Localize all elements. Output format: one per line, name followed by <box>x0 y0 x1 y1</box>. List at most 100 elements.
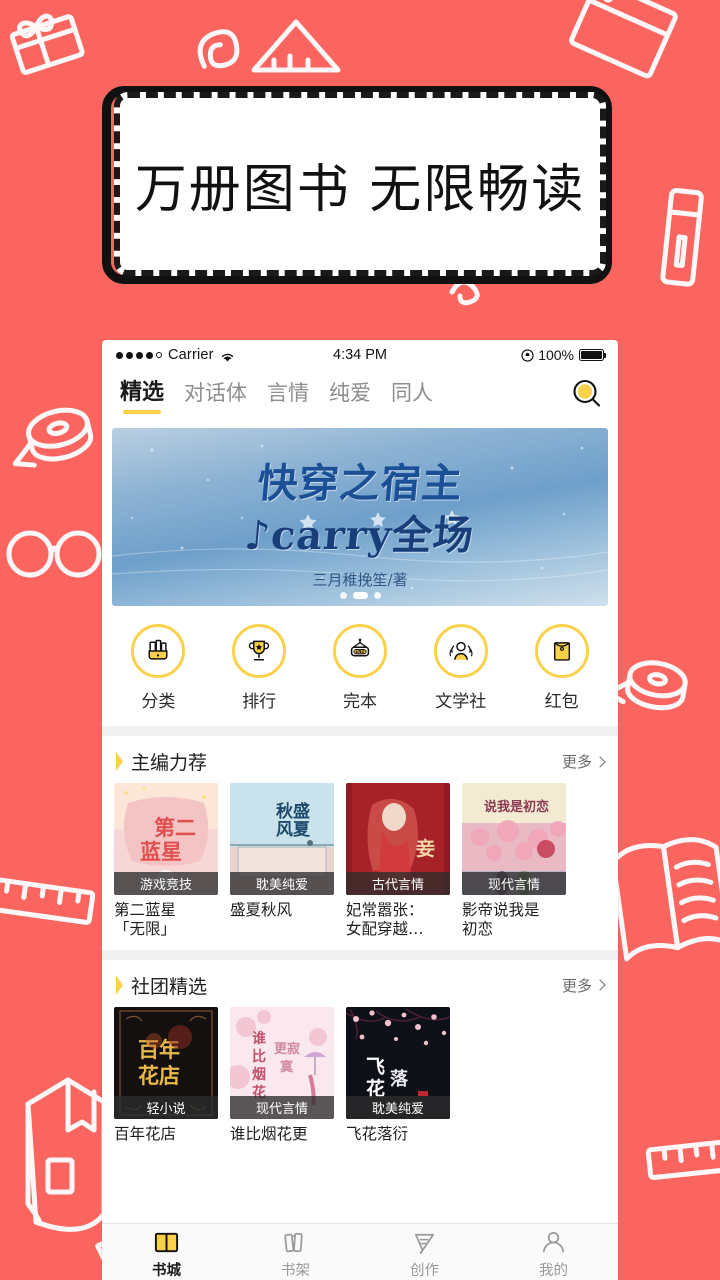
svg-text:花店: 花店 <box>138 1063 180 1088</box>
book-cover[interactable]: 第二 蓝星 游戏竞技 <box>114 783 218 895</box>
carousel-dot-active[interactable] <box>352 592 368 599</box>
chevron-right-icon <box>594 979 606 991</box>
quick-action-label: 文学社 <box>435 692 487 712</box>
banner-title-line1: 快穿之宿主 <box>255 460 465 507</box>
book-badge: 耽美纯爱 <box>346 1095 450 1119</box>
doodle-triangle-ruler <box>251 19 341 73</box>
clock: 4:34 PM <box>333 347 387 363</box>
book-title: 谁比烟花更 <box>230 1124 308 1143</box>
promo-headline: 万册图书 无限畅读 <box>134 159 586 220</box>
tab-yanqing[interactable]: 言情 <box>267 382 309 407</box>
banner-title-block: 快穿之宿主 ♪carry全场 三月稚挽笙/著 <box>112 428 608 606</box>
book-title: 盛夏秋风 <box>230 901 293 919</box>
book-cover[interactable]: 飞 花 落 耽美纯爱 <box>346 1006 450 1119</box>
more-link-club-picks[interactable]: 更多 <box>561 975 606 996</box>
bottom-tab-create[interactable]: 创作 <box>360 1224 489 1280</box>
book-item[interactable]: 飞 花 落 耽美纯爱 飞花落衍 <box>346 1006 450 1144</box>
person-icon <box>542 1231 565 1253</box>
section-title: 主编力荐 <box>131 752 208 774</box>
svg-text:落: 落 <box>390 1069 409 1090</box>
book-item[interactable]: 第二 蓝星 游戏竞技 第二蓝星 「无限」 <box>114 783 218 940</box>
bottom-tab-label: 书架 <box>281 1263 310 1279</box>
svg-text:风夏: 风夏 <box>276 820 311 840</box>
banner-author: 三月稚挽笙/著 <box>312 570 408 589</box>
section-header-club-picks: 社团精选 更多 <box>102 960 618 1007</box>
more-link-editor-picks[interactable]: 更多 <box>561 751 606 772</box>
status-bar: Carrier 4:34 PM 100% <box>102 340 618 370</box>
chevron-right-icon <box>594 755 606 768</box>
bottom-tab-label: 创作 <box>410 1263 439 1279</box>
quick-action-completed[interactable]: END 完本 <box>310 624 411 712</box>
trophy-icon <box>232 624 287 678</box>
book-item[interactable]: 秋盛 风夏 耽美纯爱 盛夏秋风 <box>230 783 334 940</box>
section-title: 社团精选 <box>131 975 208 998</box>
quick-action-label: 分类 <box>141 692 176 712</box>
doodle-ruler <box>0 876 96 925</box>
book-title: 第二蓝星 「无限」 <box>114 901 177 939</box>
pen-nib-icon <box>414 1233 435 1254</box>
doodle-glasses <box>6 530 102 578</box>
book-item[interactable]: 谁 比 烟 花 更寂 寞 现代言情 谁比烟花更 <box>230 1006 334 1144</box>
doodle-tape-roll <box>12 407 94 468</box>
quick-action-ranking[interactable]: 排行 <box>209 624 310 712</box>
rotation-lock-icon <box>521 349 534 362</box>
book-cover[interactable]: 百年 花店 轻小说 <box>114 1006 218 1119</box>
book-cover[interactable]: 妾 古代言情 <box>346 783 450 895</box>
category-tabs: 精选 对话体 言情 纯爱 同人 <box>120 381 570 414</box>
doodle-gift <box>9 13 85 75</box>
book-badge: 古代言情 <box>346 872 450 895</box>
book-cover[interactable]: 说我是初恋 现代言情 <box>462 783 566 895</box>
doodle-clip <box>197 29 240 69</box>
svg-text:烟: 烟 <box>252 1067 266 1083</box>
more-label: 更多 <box>561 976 592 995</box>
bookshelf-icon <box>284 1232 303 1253</box>
section-header-editor-picks: 主编力荐 更多 <box>102 736 618 783</box>
svg-text:比: 比 <box>252 1048 266 1065</box>
quick-action-label: 红包 <box>544 692 579 712</box>
book-cover[interactable]: 秋盛 风夏 耽美纯爱 <box>230 783 334 895</box>
quick-action-label: 完本 <box>342 692 377 712</box>
svg-text:谁: 谁 <box>252 1030 266 1047</box>
carousel-dot[interactable] <box>373 592 381 599</box>
tab-jingxuan[interactable]: 精选 <box>120 381 164 414</box>
book-cover[interactable]: 谁 比 烟 花 更寂 寞 现代言情 <box>230 1006 334 1119</box>
quick-action-red-envelope[interactable]: 红包 <box>511 624 612 712</box>
carousel-dot[interactable] <box>339 592 347 599</box>
tab-chunai[interactable]: 纯爱 <box>329 382 371 407</box>
battery-percent: 100% <box>538 347 574 363</box>
doodle-pen <box>660 187 704 287</box>
book-title: 百年花店 <box>114 1124 177 1143</box>
bottom-tab-profile[interactable]: 我的 <box>489 1224 618 1280</box>
more-label: 更多 <box>561 753 592 771</box>
tab-tongren[interactable]: 同人 <box>391 382 433 407</box>
search-button[interactable] <box>570 377 604 411</box>
book-title: 飞花落衍 <box>346 1124 409 1143</box>
bottom-tab-label: 书城 <box>152 1263 181 1279</box>
bottom-tab-bookshelf[interactable]: 书架 <box>231 1224 360 1280</box>
book-item[interactable]: 百年 花店 轻小说 百年花店 <box>114 1006 218 1144</box>
carrier-label: Carrier <box>168 347 214 363</box>
svg-text:寞: 寞 <box>280 1059 294 1075</box>
signal-strength-icon <box>116 351 162 359</box>
book-list-editor-picks: 第二 蓝星 游戏竞技 第二蓝星 「无限」 秋盛 风夏 耽美纯爱 盛夏秋风 妾 古… <box>102 783 618 950</box>
bottom-tab-label: 我的 <box>539 1263 568 1279</box>
svg-text:第二: 第二 <box>154 816 196 840</box>
doodle-tape-roll-2 <box>605 660 688 711</box>
phone-screen: Carrier 4:34 PM 100% 精选 对话体 言情 纯爱 同人 快穿之… <box>102 340 618 1280</box>
bottom-tab-bookstore[interactable]: 书城 <box>102 1224 231 1280</box>
quick-actions: 分类 排行 END 完本 文学社 红包 <box>102 606 618 726</box>
section-marker <box>116 975 123 995</box>
carousel-indicators[interactable] <box>112 592 608 599</box>
book-item[interactable]: 妾 古代言情 妃常嚣张： 女配穿越… <box>346 783 450 940</box>
hero-banner[interactable]: 快穿之宿主 ♪carry全场 三月稚挽笙/著 <box>112 428 608 606</box>
battery-icon <box>579 349 607 361</box>
book-title: 影帝说我是 初恋 <box>462 901 540 939</box>
quick-action-literary-club[interactable]: 文学社 <box>410 624 511 712</box>
section-divider <box>102 726 618 736</box>
tab-duihuati[interactable]: 对话体 <box>184 382 247 407</box>
quick-action-label: 排行 <box>242 692 277 712</box>
book-badge: 游戏竞技 <box>114 872 218 895</box>
book-item[interactable]: 说我是初恋 现代言情 影帝说我是 初恋 <box>462 783 566 940</box>
quick-action-category[interactable]: 分类 <box>108 624 209 712</box>
doodle-open-book <box>610 837 720 962</box>
